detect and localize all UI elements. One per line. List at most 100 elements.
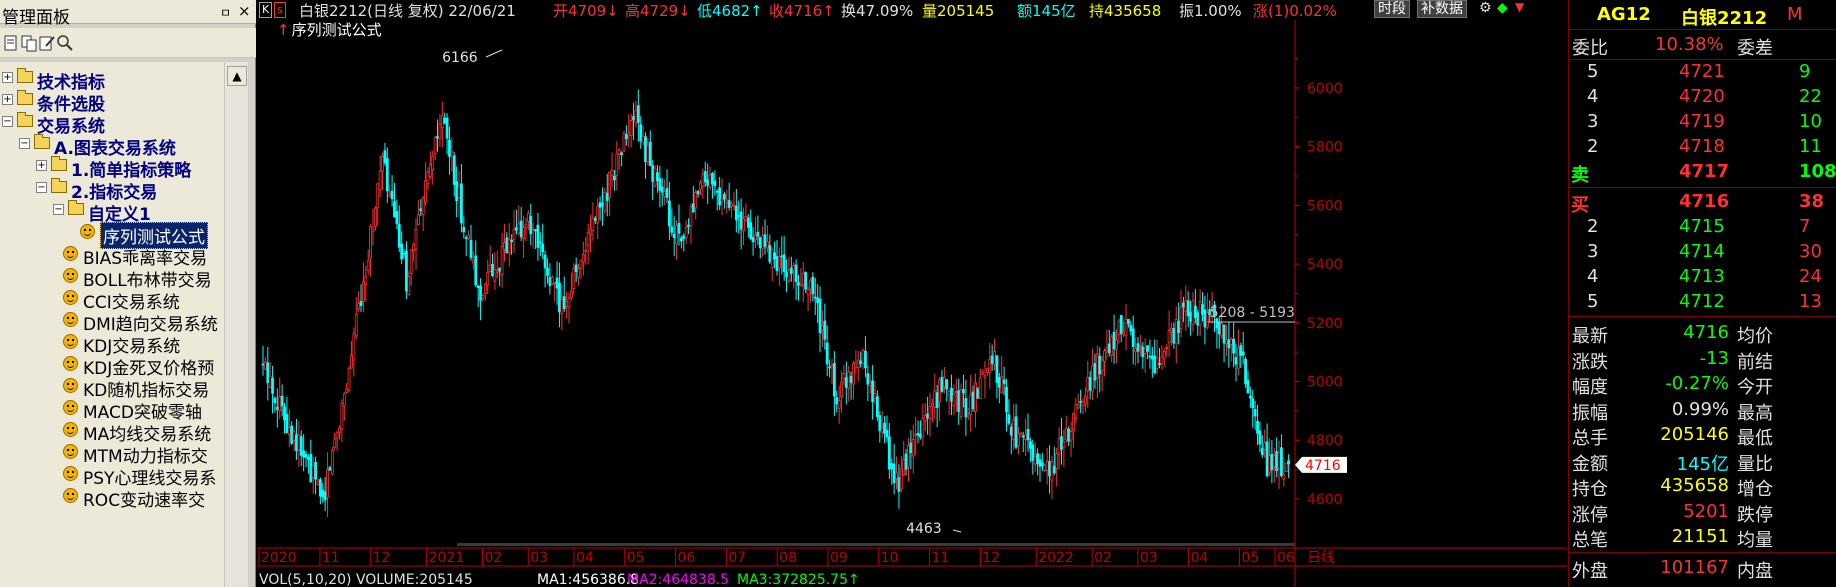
candle-body bbox=[730, 203, 733, 207]
period-button[interactable]: 时段 bbox=[1374, 0, 1410, 18]
candle-body bbox=[1122, 331, 1126, 335]
candle-body bbox=[761, 235, 765, 250]
amount-value: 额145亿 bbox=[1017, 2, 1076, 20]
candle-body bbox=[766, 241, 769, 249]
horizontal-scrollbar[interactable] bbox=[457, 543, 1295, 546]
diamond-icon[interactable]: ◆ bbox=[1497, 0, 1508, 16]
candle-body bbox=[390, 190, 394, 200]
candle-body bbox=[450, 151, 454, 154]
bid-row: 4 4713 24 bbox=[1569, 265, 1836, 290]
candle-body bbox=[1167, 330, 1171, 343]
candle-body bbox=[354, 313, 358, 337]
candle-body bbox=[1074, 404, 1078, 420]
tree-item[interactable]: ROC变动速率交 bbox=[0, 484, 224, 511]
candle-body bbox=[471, 259, 475, 264]
x-tick-label: 03 bbox=[1140, 550, 1158, 566]
candle-body bbox=[462, 226, 466, 233]
expand-icon[interactable]: + bbox=[2, 72, 13, 83]
candle-body bbox=[378, 170, 382, 190]
diff-label: 委差 bbox=[1737, 38, 1773, 59]
candle-body bbox=[816, 297, 820, 304]
kline-box[interactable]: K bbox=[259, 2, 273, 18]
settings-icon[interactable]: ⚙ bbox=[1479, 0, 1492, 16]
new-file-icon[interactable] bbox=[2, 34, 20, 52]
stat-label-2: 前结 bbox=[1737, 351, 1773, 373]
y-tick-label: 5400 bbox=[1307, 257, 1343, 273]
candle-body bbox=[601, 202, 604, 207]
candle-body bbox=[1021, 435, 1025, 438]
candle-body bbox=[271, 377, 274, 394]
candle-body bbox=[1172, 328, 1176, 344]
candle-body bbox=[479, 285, 482, 301]
candle-body bbox=[1064, 428, 1068, 441]
x-tick-label: 2020 bbox=[261, 550, 297, 566]
quote-title: AG12 白银2212 M bbox=[1569, 3, 1836, 29]
ask-level: 2 bbox=[1587, 136, 1599, 157]
tree-scrollbar[interactable]: ▲ bbox=[224, 62, 248, 587]
candle-body bbox=[744, 216, 748, 221]
scroll-up-button[interactable]: ▲ bbox=[227, 66, 247, 86]
candle-body bbox=[373, 207, 377, 227]
candle-body bbox=[617, 149, 621, 155]
candle-body bbox=[706, 179, 710, 186]
formula-name: 序列测试公式 bbox=[291, 21, 382, 39]
chart-canvas[interactable]: 6000 5800 5600 5400 5200 5000 4800 4600 2020 11 12… bbox=[257, 0, 1567, 587]
candle-body bbox=[1060, 436, 1063, 450]
candle-body bbox=[876, 396, 879, 417]
chevron-down-icon[interactable]: ▼ bbox=[1515, 0, 1524, 14]
quote-panel: AG12 白银2212 M 委比 10.38% 委差 5 4721 9 4 4720 22 3 4719 1… bbox=[1568, 0, 1836, 587]
s-box[interactable]: s bbox=[274, 2, 286, 18]
candle-body bbox=[687, 224, 690, 227]
candle-body bbox=[1048, 461, 1051, 477]
folder-icon bbox=[68, 200, 84, 215]
edit-icon[interactable] bbox=[38, 34, 56, 52]
candle-body bbox=[677, 222, 681, 234]
smiley-icon bbox=[63, 356, 78, 371]
candle-body bbox=[1258, 430, 1262, 445]
candle-body bbox=[1282, 474, 1286, 480]
ask-price: 4718 bbox=[1679, 136, 1725, 157]
collapse-icon[interactable]: − bbox=[2, 116, 13, 127]
pin-icon[interactable]: ㅁ bbox=[220, 4, 231, 21]
copy-icon[interactable] bbox=[20, 34, 38, 52]
candle-body bbox=[1043, 464, 1047, 471]
expand-icon[interactable]: + bbox=[36, 160, 47, 171]
candle-body bbox=[1179, 307, 1183, 330]
candle-body bbox=[954, 391, 958, 394]
collapse-icon[interactable]: − bbox=[53, 204, 64, 215]
candle-body bbox=[773, 252, 777, 260]
candle-body bbox=[821, 325, 824, 331]
fill-data-button[interactable]: 补数据 bbox=[1417, 0, 1467, 18]
candle-body bbox=[801, 273, 805, 286]
candle-body bbox=[1024, 434, 1028, 440]
candle-body bbox=[818, 298, 822, 334]
expand-icon[interactable]: + bbox=[2, 94, 13, 105]
candle-body bbox=[914, 434, 918, 437]
candle-body bbox=[593, 217, 597, 221]
stat-row: 总笔 21151 均量 bbox=[1569, 525, 1836, 551]
candle-body bbox=[278, 395, 282, 412]
search-icon[interactable] bbox=[56, 34, 74, 52]
folder-icon bbox=[17, 90, 33, 105]
candle-body bbox=[541, 243, 545, 253]
collapse-icon[interactable]: − bbox=[36, 182, 47, 193]
candle-body bbox=[357, 303, 361, 310]
ask-qty: 108 bbox=[1799, 161, 1836, 182]
candle-body bbox=[794, 264, 798, 283]
collapse-icon[interactable]: − bbox=[19, 138, 30, 149]
stat-value: -0.27% bbox=[1665, 373, 1729, 394]
candle-body bbox=[1165, 347, 1169, 349]
close-value: 收4716↑ bbox=[769, 2, 835, 20]
candle-body bbox=[1241, 351, 1245, 356]
x-tick-label: 12 bbox=[373, 550, 391, 566]
candle-body bbox=[1107, 343, 1111, 354]
kline-chart[interactable]: 6000 5800 5600 5400 5200 5000 4800 4600 2020 11 12… bbox=[257, 0, 1567, 587]
candle-body bbox=[1091, 365, 1094, 392]
close-icon[interactable]: × bbox=[238, 2, 251, 20]
candle-body bbox=[266, 362, 270, 383]
outside-label: 外盘 bbox=[1572, 561, 1608, 582]
candle-body bbox=[416, 214, 420, 226]
smiley-icon bbox=[63, 246, 78, 261]
candle-body bbox=[969, 394, 973, 415]
candle-body bbox=[268, 375, 272, 388]
